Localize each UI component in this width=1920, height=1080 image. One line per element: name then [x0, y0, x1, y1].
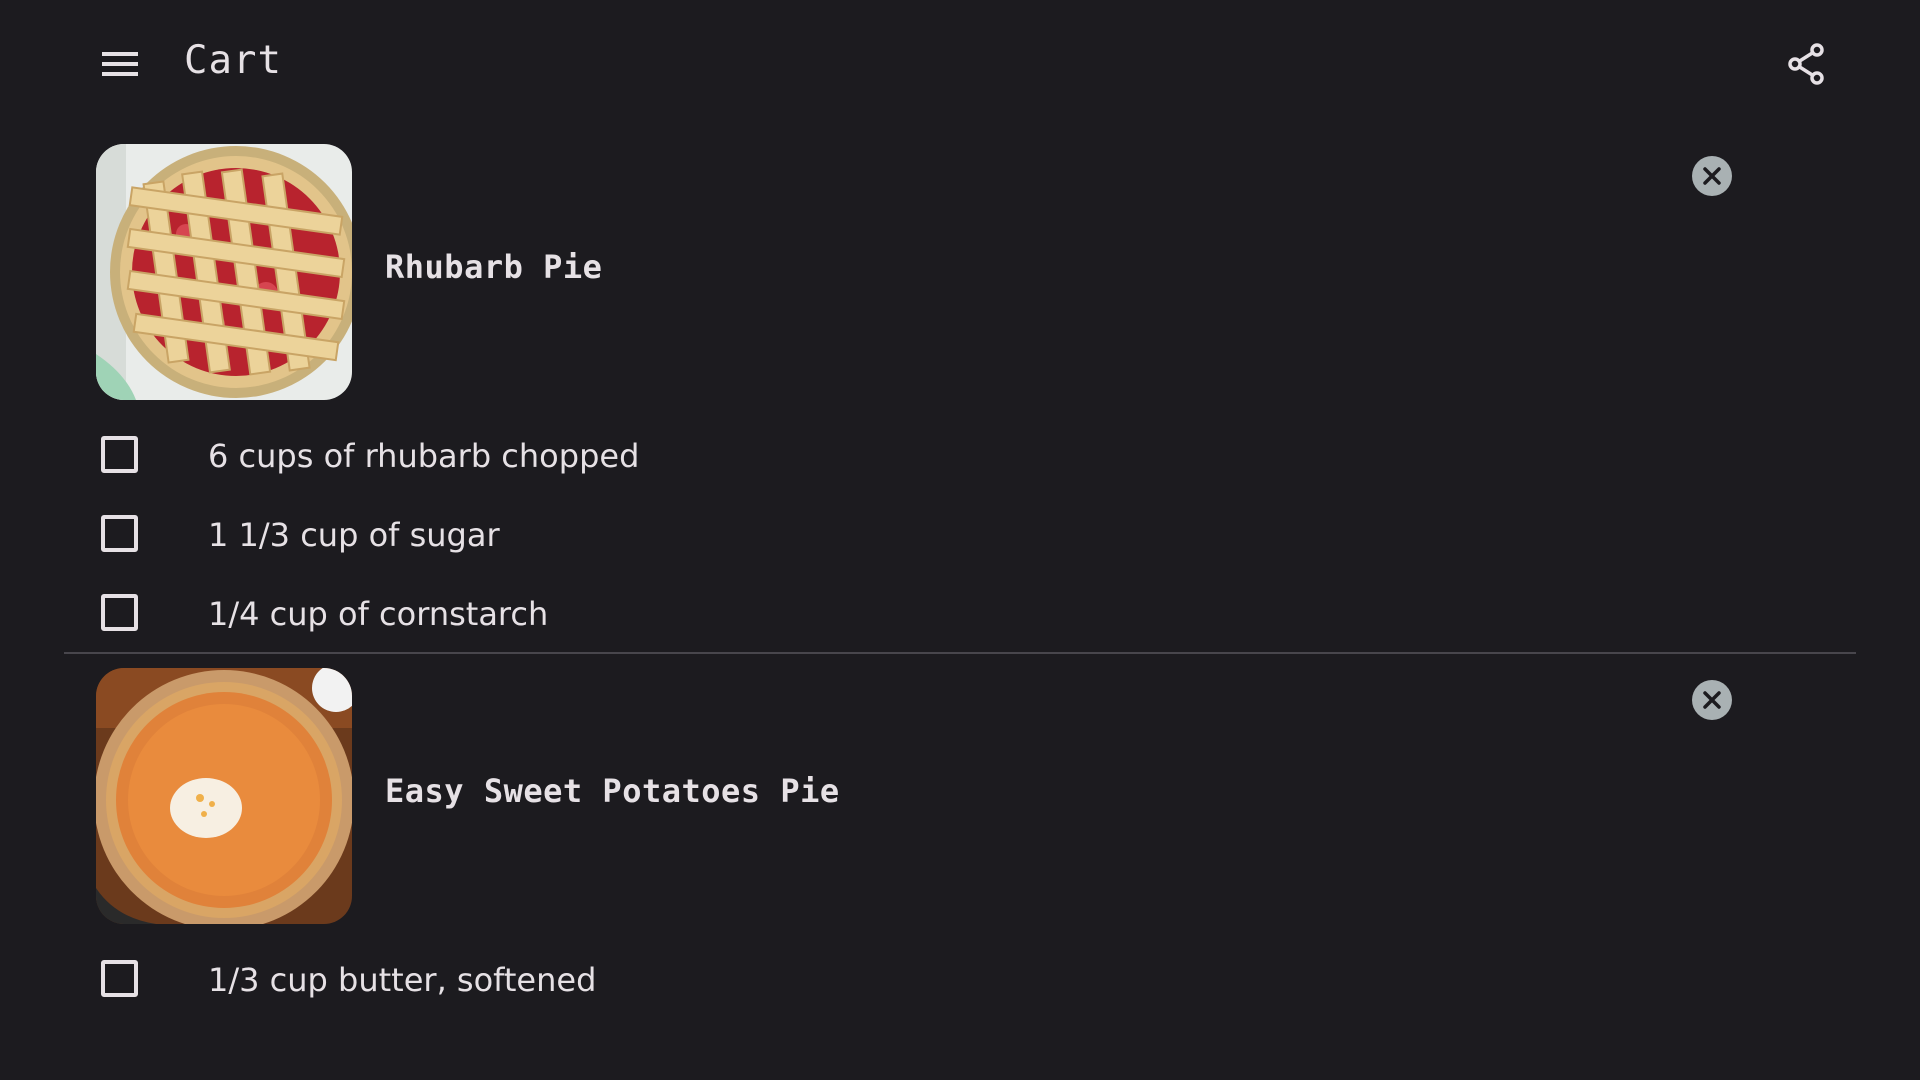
remove-recipe-button[interactable]: [1692, 156, 1732, 196]
share-button[interactable]: [1774, 32, 1838, 96]
share-icon: [1788, 43, 1824, 85]
hamburger-menu-icon: [102, 52, 138, 76]
ingredient-checkbox[interactable]: [101, 436, 138, 473]
remove-recipe-button[interactable]: [1692, 680, 1732, 720]
ingredient-row[interactable]: 6 cups of rhubarb chopped: [0, 415, 1920, 494]
page-title: Cart: [184, 38, 282, 83]
recipe-image[interactable]: [96, 144, 352, 400]
close-icon: [1703, 691, 1721, 709]
ingredient-label: 6 cups of rhubarb chopped: [208, 437, 640, 475]
ingredient-checkbox[interactable]: [101, 515, 138, 552]
recipe-card: Easy Sweet Potatoes Pie: [0, 668, 1920, 924]
recipe-title[interactable]: Easy Sweet Potatoes Pie: [385, 772, 840, 810]
recipe-divider: [64, 652, 1856, 654]
ingredient-label: 1/3 cup butter, softened: [208, 961, 597, 999]
close-icon: [1703, 167, 1721, 185]
recipe-card: Rhubarb Pie: [0, 144, 1920, 400]
ingredient-label: 1/4 cup of cornstarch: [208, 595, 549, 633]
ingredient-row[interactable]: 1/3 cup butter, softened: [0, 939, 1920, 1018]
recipe-title[interactable]: Rhubarb Pie: [385, 248, 602, 286]
recipe-image[interactable]: [96, 668, 352, 924]
cart-screen: Cart Rhubarb Pie 6 cups of rhubarb chopp…: [0, 0, 1920, 1080]
ingredient-row[interactable]: 1 1/3 cup of sugar: [0, 494, 1920, 573]
top-app-bar: Cart: [0, 0, 1920, 128]
ingredient-row[interactable]: 1/4 cup of cornstarch: [0, 573, 1920, 652]
menu-button[interactable]: [88, 32, 152, 96]
ingredient-label: 1 1/3 cup of sugar: [208, 516, 500, 554]
ingredient-checkbox[interactable]: [101, 960, 138, 997]
ingredient-checkbox[interactable]: [101, 594, 138, 631]
